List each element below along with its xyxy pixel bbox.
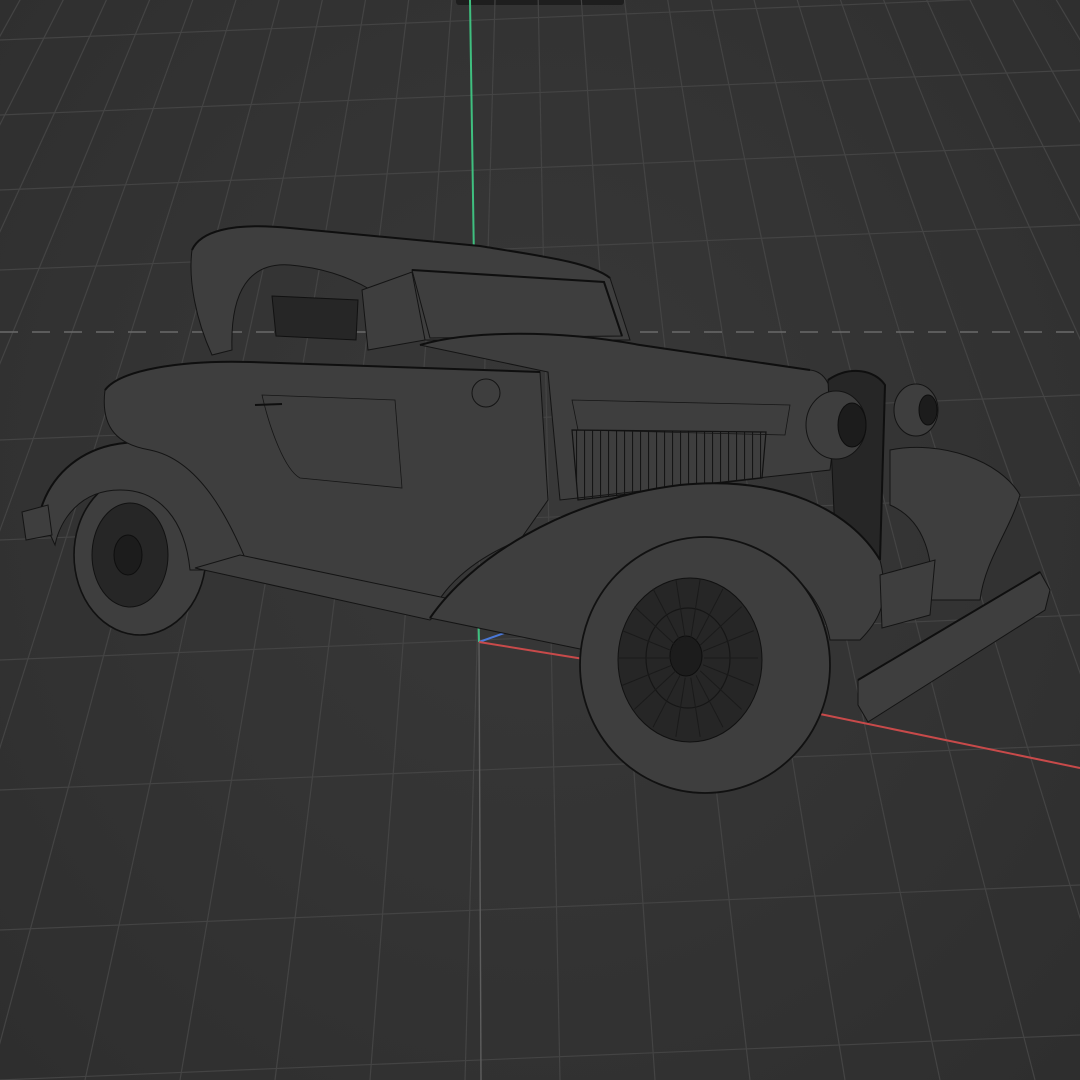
grid-line <box>0 884 1080 931</box>
rear-window <box>271 295 359 341</box>
left-headlight <box>805 390 867 460</box>
cowl-lamp <box>471 378 501 408</box>
front-wheel[interactable] <box>579 536 831 794</box>
grid-line <box>0 1034 1080 1080</box>
3d-viewport[interactable] <box>0 0 1080 1080</box>
grid-line <box>0 0 975 41</box>
x-axis-segment-2 <box>819 713 1080 769</box>
rear-bumper <box>21 504 53 541</box>
viewport-canvas[interactable] <box>0 0 1080 1080</box>
y-axis-upper <box>469 0 475 263</box>
y-axis-below-ground <box>478 641 482 1080</box>
grid-line <box>0 744 1080 791</box>
right-headlight <box>893 383 939 437</box>
car-wireframe-model[interactable] <box>21 225 1051 794</box>
door-handle[interactable] <box>254 403 283 406</box>
grid-line <box>0 144 1080 191</box>
front-apron <box>879 559 936 629</box>
